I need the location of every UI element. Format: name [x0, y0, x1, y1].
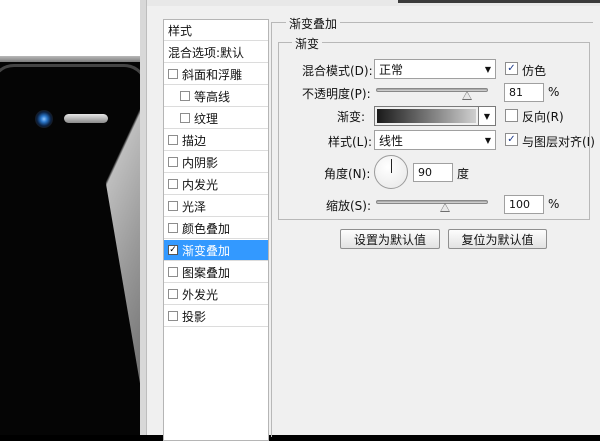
- style-item-inner-glow[interactable]: 内发光: [164, 174, 268, 195]
- dialog-title-dark: [398, 0, 600, 3]
- chevron-down-icon: ▼: [484, 135, 492, 145]
- checkmark-icon: ✓: [507, 62, 516, 74]
- style-item-label: 描边: [182, 133, 207, 148]
- scale-input[interactable]: 100: [504, 195, 544, 214]
- blend-mode-select[interactable]: 正常 ▼: [374, 59, 496, 79]
- style-item-checkbox[interactable]: [168, 311, 178, 321]
- style-list-header-label: 样式: [168, 23, 193, 38]
- align-with-layer-checkbox[interactable]: ✓: [505, 133, 518, 146]
- style-item-label: 光泽: [182, 199, 207, 214]
- canvas-white-area: [0, 0, 140, 56]
- angle-dial[interactable]: [374, 155, 408, 189]
- document-canvas: [0, 0, 150, 435]
- dialog-left-border: [140, 0, 147, 435]
- style-item-checkbox[interactable]: [180, 91, 190, 101]
- blend-mode-label: 混合模式(D):: [302, 64, 373, 78]
- opacity-input[interactable]: 81: [504, 83, 544, 102]
- style-item-checkbox[interactable]: [168, 157, 178, 167]
- style-label: 样式(L):: [328, 135, 373, 149]
- panel-title: 渐变叠加: [286, 15, 341, 32]
- dither-label: 仿色: [522, 64, 547, 78]
- scale-slider-thumb[interactable]: [440, 203, 450, 212]
- style-item-checkbox[interactable]: ✓: [168, 245, 178, 255]
- style-item-stroke[interactable]: 描边: [164, 130, 268, 151]
- gradient-label: 渐变:: [337, 110, 366, 124]
- opacity-slider-thumb[interactable]: [462, 91, 472, 100]
- style-item-checkbox[interactable]: [168, 135, 178, 145]
- reverse-checkbox[interactable]: [505, 109, 518, 122]
- gradient-style-select[interactable]: 线性 ▼: [374, 130, 496, 150]
- style-item-checkbox[interactable]: [168, 179, 178, 189]
- style-item-label: 渐变叠加: [182, 243, 231, 258]
- style-item-gradient-overlay[interactable]: ✓ 渐变叠加: [164, 240, 268, 261]
- chevron-down-icon[interactable]: ▼: [478, 107, 495, 125]
- style-item-drop-shadow[interactable]: 投影: [164, 306, 268, 327]
- gradient-style-value: 线性: [379, 133, 404, 148]
- chevron-down-icon: ▼: [484, 64, 492, 74]
- scale-slider-track[interactable]: [376, 200, 488, 204]
- gradient-group-title: 渐变: [292, 35, 323, 52]
- reset-default-button[interactable]: 复位为默认值: [448, 229, 547, 249]
- opacity-unit: %: [548, 85, 560, 99]
- angle-unit: 度: [457, 167, 470, 181]
- scale-unit: %: [548, 197, 560, 211]
- dither-checkbox[interactable]: ✓: [505, 62, 518, 75]
- blend-options-label: 混合选项:默认: [168, 45, 245, 60]
- style-item-contour[interactable]: 等高线: [164, 86, 268, 107]
- style-item-checkbox[interactable]: [168, 289, 178, 299]
- align-with-layer-label: 与图层对齐(I): [522, 135, 595, 149]
- angle-label: 角度(N):: [324, 167, 371, 181]
- style-item-label: 图案叠加: [182, 265, 231, 280]
- blend-options-item[interactable]: 混合选项:默认: [164, 42, 268, 63]
- style-item-label: 内阴影: [182, 155, 219, 170]
- style-list-header[interactable]: 样式: [164, 20, 268, 41]
- style-item-label: 纹理: [194, 111, 219, 126]
- blend-mode-value: 正常: [379, 62, 404, 77]
- gradient-picker[interactable]: ▼: [374, 106, 496, 126]
- angle-input[interactable]: 90: [413, 163, 453, 182]
- style-item-label: 投影: [182, 309, 207, 324]
- layer-style-dialog: 样式 混合选项:默认 斜面和浮雕等高线纹理描边内阴影内发光光泽颜色叠加 ✓ 渐变叠加…: [140, 0, 600, 441]
- style-item-satin[interactable]: 光泽: [164, 196, 268, 217]
- style-item-color-overlay[interactable]: 颜色叠加: [164, 218, 268, 239]
- style-item-checkbox[interactable]: [168, 223, 178, 233]
- opacity-label: 不透明度(P):: [302, 87, 371, 101]
- style-item-pattern-overlay[interactable]: 图案叠加: [164, 262, 268, 283]
- style-item-label: 斜面和浮雕: [182, 67, 243, 82]
- style-list: 样式 混合选项:默认 斜面和浮雕等高线纹理描边内阴影内发光光泽颜色叠加 ✓ 渐变叠加…: [163, 19, 269, 441]
- style-item-label: 等高线: [194, 89, 231, 104]
- style-item-checkbox[interactable]: [168, 69, 178, 79]
- angle-needle: [391, 159, 392, 173]
- phone-camera: [35, 110, 53, 128]
- gradient-preview[interactable]: [377, 109, 476, 123]
- checkmark-icon: ✓: [507, 133, 516, 145]
- style-item-texture[interactable]: 纹理: [164, 108, 268, 129]
- style-item-checkbox[interactable]: [168, 201, 178, 211]
- style-item-label: 内发光: [182, 177, 219, 192]
- style-item-bevel-emboss[interactable]: 斜面和浮雕: [164, 64, 268, 85]
- style-item-label: 外发光: [182, 287, 219, 302]
- style-item-checkbox[interactable]: [180, 113, 190, 123]
- reverse-label: 反向(R): [522, 110, 564, 124]
- style-item-outer-glow[interactable]: 外发光: [164, 284, 268, 305]
- style-item-checkbox[interactable]: [168, 267, 178, 277]
- scale-label: 缩放(S):: [326, 199, 372, 213]
- style-item-inner-shadow[interactable]: 内阴影: [164, 152, 268, 173]
- style-item-label: 颜色叠加: [182, 221, 231, 236]
- set-default-button[interactable]: 设置为默认值: [340, 229, 440, 249]
- phone-speaker: [64, 114, 108, 123]
